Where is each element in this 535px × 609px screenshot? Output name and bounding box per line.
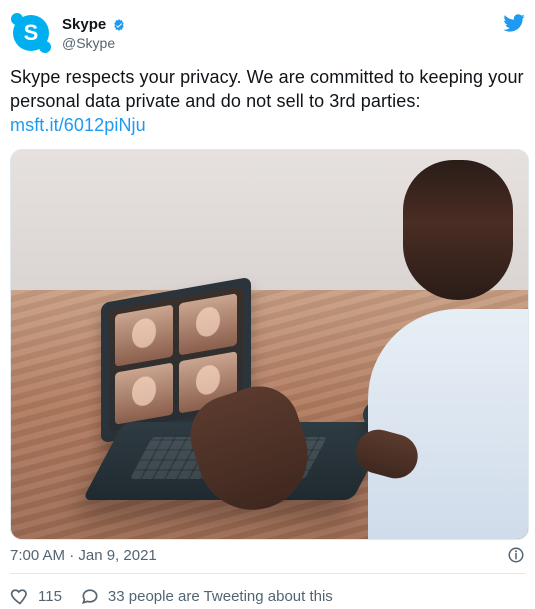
skype-s-glyph: S bbox=[23, 20, 39, 45]
tweet-link[interactable]: msft.it/6012piNju bbox=[10, 115, 146, 135]
tweeting-action[interactable]: 33 people are Tweeting about this bbox=[80, 586, 333, 606]
skype-logo: S bbox=[13, 15, 49, 51]
tweet-image[interactable] bbox=[10, 149, 529, 540]
person-shirt bbox=[368, 309, 528, 539]
person bbox=[368, 150, 528, 539]
like-action[interactable]: 115 bbox=[10, 586, 62, 606]
tweet-text-body: Skype respects your privacy. We are comm… bbox=[10, 67, 524, 111]
tweet-text: Skype respects your privacy. We are comm… bbox=[10, 65, 530, 137]
video-tile bbox=[179, 293, 237, 356]
tweet-header: S Skype @Skype bbox=[10, 10, 525, 58]
author-handle: @Skype bbox=[62, 35, 116, 51]
tweeting-text: 33 people are Tweeting about this bbox=[107, 587, 333, 605]
info-icon[interactable] bbox=[507, 546, 525, 564]
divider bbox=[10, 573, 525, 574]
tweet-timestamp[interactable]: 7:00 AM · Jan 9, 2021 bbox=[10, 547, 157, 564]
heart-icon bbox=[10, 589, 27, 605]
like-count: 115 bbox=[38, 587, 62, 605]
author-name-row: Skype bbox=[62, 16, 126, 33]
video-tile bbox=[115, 362, 173, 425]
tweet-meta: 7:00 AM · Jan 9, 2021 bbox=[10, 545, 525, 565]
tweet-card: S Skype @Skype Skype respects your priva… bbox=[0, 0, 535, 609]
person-head bbox=[403, 160, 513, 300]
tweet-actions: 115 33 people are Tweeting about this bbox=[10, 585, 333, 607]
video-tile bbox=[115, 304, 173, 367]
verified-badge-icon bbox=[114, 18, 124, 31]
twitter-bird-icon bbox=[503, 14, 525, 32]
skype-avatar[interactable]: S bbox=[10, 12, 52, 54]
speech-bubble-icon bbox=[81, 589, 98, 604]
author-name: Skype bbox=[62, 16, 107, 33]
author-block[interactable]: Skype @Skype bbox=[62, 16, 126, 51]
